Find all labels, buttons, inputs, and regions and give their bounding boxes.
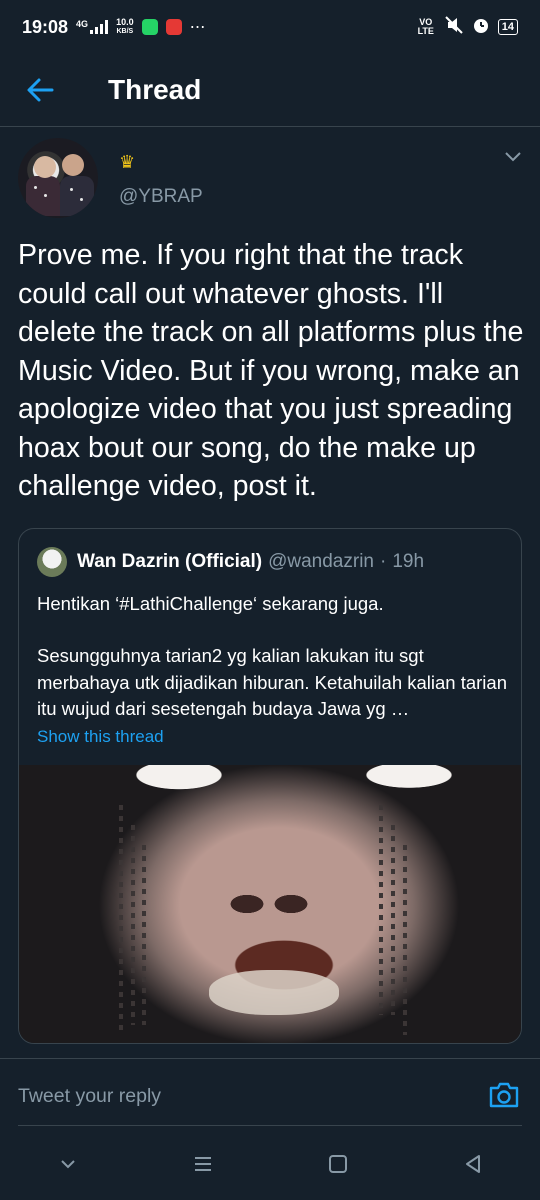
notification-app-icon: [165, 19, 182, 35]
camera-button[interactable]: [488, 1081, 520, 1114]
quoted-author-name: Wan Dazrin (Official): [77, 551, 263, 572]
separator-dot: ·: [380, 551, 387, 572]
quoted-text-line: Hentikan ‘#LathiChallenge‘ sekarang juga…: [37, 593, 384, 614]
mute-icon: [444, 15, 464, 39]
quoted-timestamp: 19h: [392, 551, 425, 572]
network-speed: 10.0 KB/S: [116, 17, 134, 36]
whatsapp-icon: [141, 19, 158, 35]
quoted-tweet[interactable]: Wan Dazrin (Official) @wandazrin · 19h H…: [18, 528, 522, 1044]
quoted-text-paragraph: Sesungguhnya tarian2 yg kalian lakukan i…: [37, 645, 507, 719]
tweet-options-button[interactable]: [504, 150, 522, 168]
reply-input[interactable]: Tweet your reply: [18, 1085, 161, 1108]
app-header: Thread: [0, 54, 540, 127]
nav-collapse-button[interactable]: [38, 1139, 98, 1189]
home-square-icon: [328, 1155, 347, 1173]
system-navigation-bar: [0, 1128, 540, 1200]
nav-menu-button[interactable]: [173, 1139, 233, 1189]
chevron-down-icon: [60, 1160, 75, 1169]
status-time: 19:08: [22, 16, 69, 37]
status-bar: 19:08 4G 10.0 KB/S ⋯ VO LTE 14: [0, 0, 540, 54]
battery-indicator: 14: [497, 19, 518, 35]
volte-indicator: VO LTE: [417, 17, 434, 36]
nav-home-button[interactable]: [308, 1139, 368, 1189]
more-notifications-icon: ⋯: [189, 19, 206, 36]
page-title: Thread: [108, 74, 202, 105]
menu-icon: [194, 1157, 211, 1171]
arrow-left-icon: [27, 78, 54, 102]
quoted-avatar: [37, 547, 67, 577]
show-thread-link[interactable]: Show this thread: [37, 727, 164, 747]
tweet-text: Prove me. If you right that the track co…: [18, 239, 524, 502]
signal-icon: 4G: [76, 19, 109, 34]
triangle-back-icon: [465, 1155, 480, 1173]
network-type: 4G: [76, 19, 89, 29]
chevron-down-icon: [505, 152, 521, 162]
quoted-media-image[interactable]: [19, 765, 521, 1043]
alarm-icon: [472, 16, 490, 39]
avatar[interactable]: [18, 138, 98, 218]
crown-icon: ♛: [119, 152, 136, 172]
reply-bar: Tweet your reply: [0, 1058, 540, 1129]
back-button[interactable]: [0, 54, 80, 126]
tweet-author: ♛ @YBRAP: [18, 138, 522, 220]
author-handle[interactable]: @YBRAP: [119, 186, 203, 208]
quoted-tweet-header: Wan Dazrin (Official) @wandazrin · 19h: [37, 547, 424, 577]
reply-input-underline: [18, 1125, 522, 1126]
nav-back-button[interactable]: [443, 1139, 503, 1189]
camera-icon: [489, 1082, 519, 1108]
quoted-author-handle: @wandazrin: [268, 551, 374, 572]
